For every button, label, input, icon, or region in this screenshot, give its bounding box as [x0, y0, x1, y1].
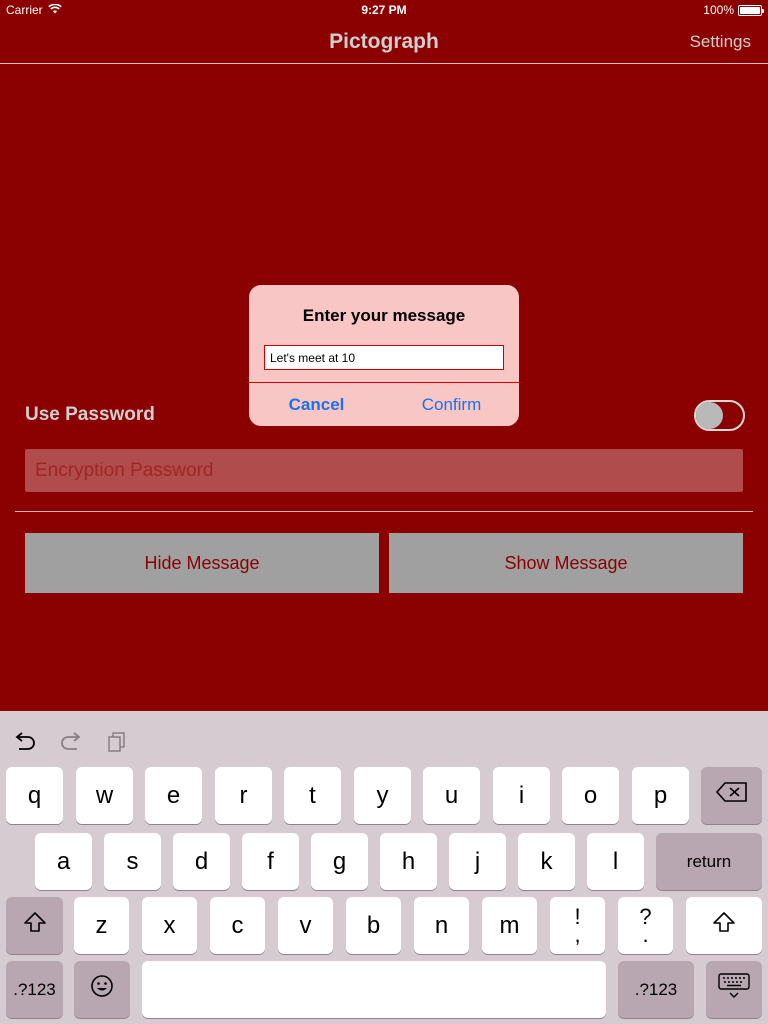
keyboard-shortcut-bar — [0, 711, 768, 767]
divider — [15, 511, 753, 512]
key-v[interactable]: v — [278, 897, 333, 954]
key-f[interactable]: f — [242, 833, 299, 890]
key-r[interactable]: r — [215, 767, 272, 824]
keyboard-dismiss-icon — [718, 973, 750, 1006]
hide-message-button[interactable]: Hide Message — [25, 533, 379, 593]
keyboard-dismiss-key[interactable] — [706, 961, 762, 1018]
shift-key-right[interactable] — [686, 897, 762, 954]
key-b[interactable]: b — [346, 897, 401, 954]
cancel-button[interactable]: Cancel — [249, 383, 384, 426]
page-title: Pictograph — [329, 30, 439, 53]
key-l[interactable]: l — [587, 833, 644, 890]
key-comma-label: , — [574, 921, 581, 947]
shift-icon — [712, 911, 736, 940]
key-question-period[interactable]: ? . — [618, 897, 673, 954]
key-x[interactable]: x — [142, 897, 197, 954]
message-input[interactable] — [264, 345, 504, 370]
nav-bar: Pictograph Settings — [0, 20, 768, 64]
keyboard: q w e r t y u i o p a s d f g h j k l re… — [0, 711, 768, 1024]
backspace-key[interactable] — [701, 767, 762, 824]
key-j[interactable]: j — [449, 833, 506, 890]
key-u[interactable]: u — [423, 767, 480, 824]
key-c[interactable]: c — [210, 897, 265, 954]
battery-status: 100% — [703, 3, 764, 17]
encryption-password-field[interactable] — [25, 449, 743, 492]
confirm-button[interactable]: Confirm — [384, 383, 519, 426]
key-i[interactable]: i — [493, 767, 550, 824]
battery-icon — [738, 4, 764, 16]
undo-icon[interactable] — [12, 729, 38, 755]
key-s[interactable]: s — [104, 833, 161, 890]
key-n[interactable]: n — [414, 897, 469, 954]
shift-key-left[interactable] — [6, 897, 63, 954]
use-password-toggle[interactable] — [694, 400, 745, 431]
key-k[interactable]: k — [518, 833, 575, 890]
key-p[interactable]: p — [632, 767, 689, 824]
toggle-knob — [696, 402, 723, 429]
key-e[interactable]: e — [145, 767, 202, 824]
return-key[interactable]: return — [656, 833, 762, 890]
key-o[interactable]: o — [562, 767, 619, 824]
status-bar: Carrier 9:27 PM 100% — [0, 0, 768, 20]
backspace-icon — [715, 781, 749, 810]
key-a[interactable]: a — [35, 833, 92, 890]
numbers-key-right[interactable]: .?123 — [618, 961, 694, 1018]
status-time: 9:27 PM — [361, 3, 407, 17]
paste-icon[interactable] — [104, 729, 130, 755]
key-t[interactable]: t — [284, 767, 341, 824]
space-key[interactable] — [142, 961, 606, 1018]
key-w[interactable]: w — [76, 767, 133, 824]
key-period-label: . — [642, 921, 649, 947]
key-y[interactable]: y — [354, 767, 411, 824]
emoji-key[interactable] — [74, 961, 130, 1018]
key-d[interactable]: d — [173, 833, 230, 890]
shift-icon — [23, 911, 47, 940]
alert-title: Enter your message — [302, 306, 466, 325]
emoji-icon — [90, 974, 114, 1005]
key-m[interactable]: m — [482, 897, 537, 954]
key-exclaim-comma[interactable]: ! , — [550, 897, 605, 954]
key-h[interactable]: h — [380, 833, 437, 890]
message-alert-dialog: Enter your message Cancel Confirm — [249, 285, 519, 426]
show-message-button[interactable]: Show Message — [389, 533, 743, 593]
use-password-label: Use Password — [25, 404, 155, 425]
numbers-key-left[interactable]: .?123 — [6, 961, 63, 1018]
redo-icon[interactable] — [58, 729, 84, 755]
battery-percent: 100% — [703, 3, 734, 17]
key-q[interactable]: q — [6, 767, 63, 824]
key-g[interactable]: g — [311, 833, 368, 890]
settings-button[interactable]: Settings — [690, 32, 751, 52]
key-z[interactable]: z — [74, 897, 129, 954]
